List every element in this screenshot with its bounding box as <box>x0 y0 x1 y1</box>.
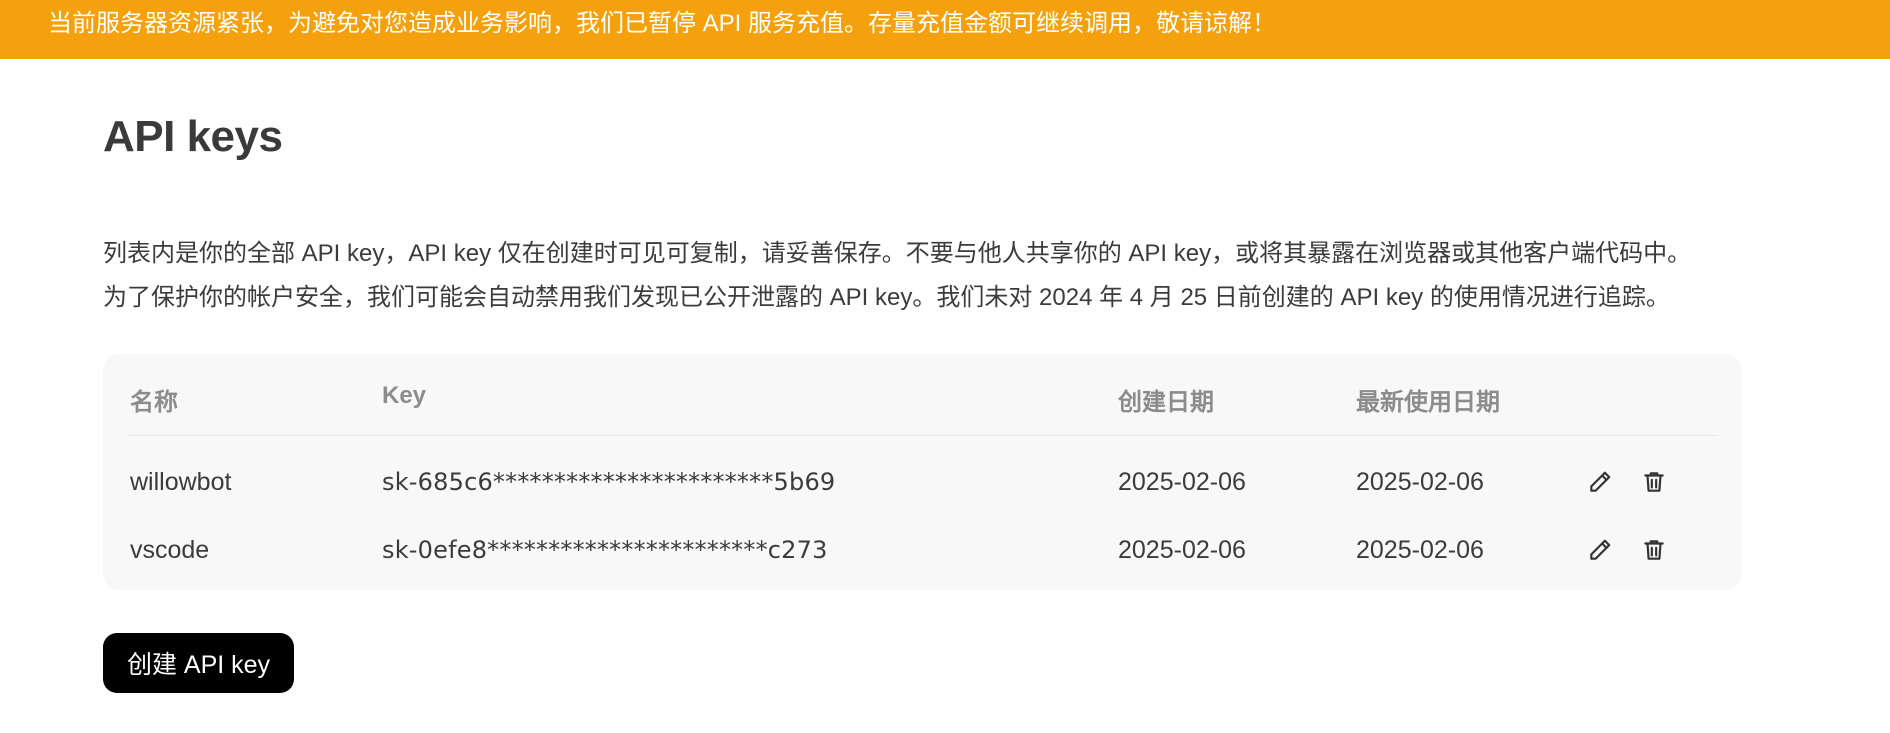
header-name: 名称 <box>130 389 178 416</box>
create-api-key-button[interactable]: 创建 API key <box>103 633 294 693</box>
page-description: 列表内是你的全部 API key，API key 仅在创建时可见可复制，请妥善保… <box>103 232 1803 320</box>
table-header: 名称 Key 创建日期 最新使用日期 <box>128 354 1716 436</box>
description-line-2: 为了保护你的帐户安全，我们可能会自动禁用我们发现已公开泄露的 API key。我… <box>103 284 1670 311</box>
last-used-date: 2025-02-06 <box>1356 468 1484 496</box>
banner-text: 当前服务器资源紧张，为避免对您造成业务影响，我们已暂停 API 服务充值。存量充… <box>48 10 1277 37</box>
key-name: willowbot <box>130 468 232 496</box>
pencil-icon[interactable] <box>1584 466 1616 498</box>
created-date: 2025-02-06 <box>1118 468 1246 496</box>
masked-key: sk-685c6***********************5b69 <box>382 468 836 496</box>
pencil-icon[interactable] <box>1584 534 1616 566</box>
header-last-used-date: 最新使用日期 <box>1356 389 1500 416</box>
last-used-date: 2025-02-06 <box>1356 536 1484 564</box>
key-name: vscode <box>130 536 210 564</box>
row-actions <box>1584 534 1670 566</box>
trash-icon[interactable] <box>1638 466 1670 498</box>
created-date: 2025-02-06 <box>1118 536 1246 564</box>
header-key: Key <box>382 382 427 409</box>
header-created-date: 创建日期 <box>1118 389 1214 416</box>
trash-icon[interactable] <box>1638 534 1670 566</box>
description-line-1: 列表内是你的全部 API key，API key 仅在创建时可见可复制，请妥善保… <box>103 240 1692 267</box>
api-keys-table: 名称 Key 创建日期 最新使用日期 willowbot sk-685c6***… <box>103 354 1741 590</box>
service-notice-banner: 当前服务器资源紧张，为避免对您造成业务影响，我们已暂停 API 服务充值。存量充… <box>0 0 1890 59</box>
page-title: API keys <box>103 112 283 161</box>
table-row: vscode sk-0efe8***********************c2… <box>128 516 1716 584</box>
row-actions <box>1584 466 1670 498</box>
table-row: willowbot sk-685c6**********************… <box>128 448 1716 516</box>
masked-key: sk-0efe8***********************c273 <box>382 536 828 564</box>
